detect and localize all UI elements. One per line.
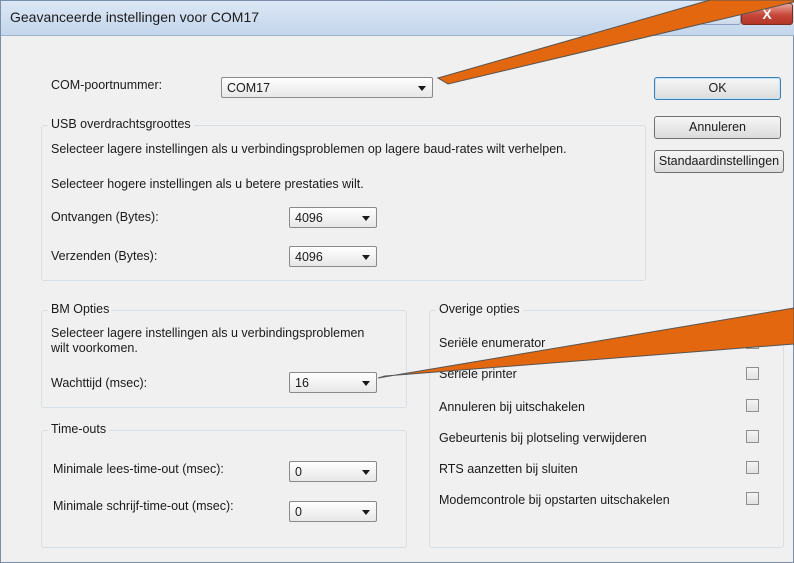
disable-modem-ctrl-checkbox[interactable] <box>746 492 759 505</box>
chevron-down-icon <box>362 216 370 221</box>
write-timeout-value: 0 <box>295 505 302 519</box>
advanced-settings-dialog: Geavanceerde instellingen voor COM17 ? X… <box>0 0 794 563</box>
option-label: Annuleren bij uitschakelen <box>439 400 585 414</box>
serial-printer-checkbox[interactable] <box>746 367 759 380</box>
timeouts-group: Time-outs <box>41 422 407 548</box>
receive-size-select[interactable]: 4096 <box>289 207 377 228</box>
cancel-button[interactable]: Annuleren <box>654 116 781 139</box>
bm-group-title: BM Opties <box>48 302 113 316</box>
option-label: Modemcontrole bij opstarten uitschakelen <box>439 493 670 507</box>
com-port-select[interactable]: COM17 <box>221 77 433 98</box>
latency-label: Wachttijd (msec): <box>51 376 148 390</box>
option-label: Seriële enumerator <box>439 336 546 350</box>
dialog-title: Geavanceerde instellingen voor COM17 <box>10 9 260 25</box>
cancel-if-power-off-checkbox[interactable] <box>746 399 759 412</box>
rts-on-close-checkbox[interactable] <box>746 461 759 474</box>
chevron-down-icon <box>362 510 370 515</box>
misc-group-title: Overige opties <box>436 302 523 316</box>
serial-enumerator-checkbox[interactable] <box>746 334 759 349</box>
send-size-value: 4096 <box>295 250 323 264</box>
option-label: Seriële printer <box>439 367 517 381</box>
usb-group-title: USB overdrachtsgroottes <box>48 117 194 131</box>
read-timeout-value: 0 <box>295 465 302 479</box>
option-label: Gebeurtenis bij plotseling verwijderen <box>439 431 647 445</box>
bm-description: Selecteer lagere instellingen als u verb… <box>51 326 365 355</box>
chevron-down-icon <box>418 86 426 91</box>
surprise-removal-checkbox[interactable] <box>746 430 759 443</box>
usb-desc-higher: Selecteer hogere instellingen als u bete… <box>51 177 364 191</box>
receive-size-value: 4096 <box>295 211 323 225</box>
chevron-down-icon <box>362 470 370 475</box>
help-icon: ? <box>717 7 725 21</box>
write-timeout-label: Minimale schrijf-time-out (msec): <box>53 499 234 513</box>
close-button[interactable]: X <box>741 3 793 25</box>
title-bar: Geavanceerde instellingen voor COM17 ? X <box>1 1 794 36</box>
ok-button[interactable]: OK <box>654 77 781 100</box>
restore-defaults-button[interactable]: Standaardinstellingen <box>654 150 784 173</box>
help-button[interactable]: ? <box>701 3 741 25</box>
dialog-body: COM-poortnummer: COM17 OK Annuleren Stan… <box>11 36 784 554</box>
com-port-value: COM17 <box>227 81 271 95</box>
receive-label: Ontvangen (Bytes): <box>51 210 159 224</box>
close-icon: X <box>762 6 772 22</box>
latency-value: 16 <box>295 376 309 390</box>
write-timeout-select[interactable]: 0 <box>289 501 377 522</box>
option-label: RTS aanzetten bij sluiten <box>439 462 578 476</box>
read-timeout-label: Minimale lees-time-out (msec): <box>53 462 224 476</box>
com-port-label: COM-poortnummer: <box>51 78 163 92</box>
send-label: Verzenden (Bytes): <box>51 249 158 263</box>
bm-options-group: BM Opties <box>41 302 407 408</box>
chevron-down-icon <box>362 381 370 386</box>
send-size-select[interactable]: 4096 <box>289 246 377 267</box>
read-timeout-select[interactable]: 0 <box>289 461 377 482</box>
chevron-down-icon <box>362 255 370 260</box>
timeouts-group-title: Time-outs <box>48 422 110 436</box>
latency-select[interactable]: 16 <box>289 372 377 393</box>
usb-desc-lower: Selecteer lagere instellingen als u verb… <box>51 142 567 156</box>
